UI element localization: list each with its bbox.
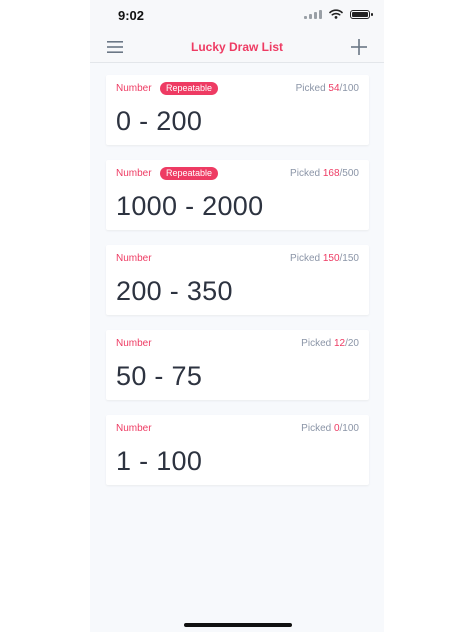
navigation-bar: Lucky Draw List [90,32,384,63]
draw-card[interactable]: Number Repeatable Picked 54/100 0 - 200 [106,75,369,145]
draw-type-label: Number [116,253,152,264]
draw-card[interactable]: Number Picked 0/100 1 - 100 [106,415,369,485]
picked-total: /100 [339,83,359,94]
status-icons [304,9,373,19]
draw-list: Number Repeatable Picked 54/100 0 - 200 … [106,75,369,500]
picked-label: Picked [301,423,332,434]
repeatable-badge: Repeatable [160,167,219,180]
picked-total: /500 [339,168,359,179]
status-time: 9:02 [118,8,145,23]
draw-range: 0 - 200 [116,106,203,136]
draw-range: 1000 - 2000 [116,191,264,221]
draw-type-label: Number [116,83,152,94]
picked-status: Picked 12/20 [301,338,359,349]
draw-type-label: Number [116,168,152,179]
draw-type-label: Number [116,423,152,434]
repeatable-badge: Repeatable [160,82,219,95]
draw-type-label: Number [116,338,152,349]
picked-count: 12 [333,338,346,349]
battery-icon [350,9,373,19]
draw-range: 1 - 100 [116,446,203,476]
wifi-icon [329,9,343,19]
page-title: Lucky Draw List [190,40,284,54]
phone-screen: 9:02 Lucky Draw List Number Repeatable P… [90,0,384,632]
draw-card[interactable]: Number Picked 150/150 200 - 350 [106,245,369,315]
draw-range: 200 - 350 [116,276,233,306]
picked-total: /100 [339,423,359,434]
picked-total: /20 [345,338,359,349]
picked-label: Picked [290,253,321,264]
picked-status: Picked 0/100 [301,423,359,434]
cellular-signal-icon [304,9,322,19]
picked-status: Picked 150/150 [290,253,359,264]
draw-range: 50 - 75 [116,361,203,391]
status-bar: 9:02 [90,0,384,32]
picked-count: 168 [322,168,340,179]
picked-status: Picked 54/100 [296,83,359,94]
draw-card[interactable]: Number Picked 12/20 50 - 75 [106,330,369,400]
picked-label: Picked [301,338,332,349]
picked-total: /150 [339,253,359,264]
picked-label: Picked [295,83,326,94]
home-indicator[interactable] [184,623,292,627]
picked-count: 54 [328,83,340,94]
picked-status: Picked 168/500 [290,168,359,179]
draw-card[interactable]: Number Repeatable Picked 168/500 1000 - … [106,160,369,230]
picked-label: Picked [290,168,321,179]
picked-count: 150 [322,253,340,264]
add-icon[interactable] [348,36,370,58]
